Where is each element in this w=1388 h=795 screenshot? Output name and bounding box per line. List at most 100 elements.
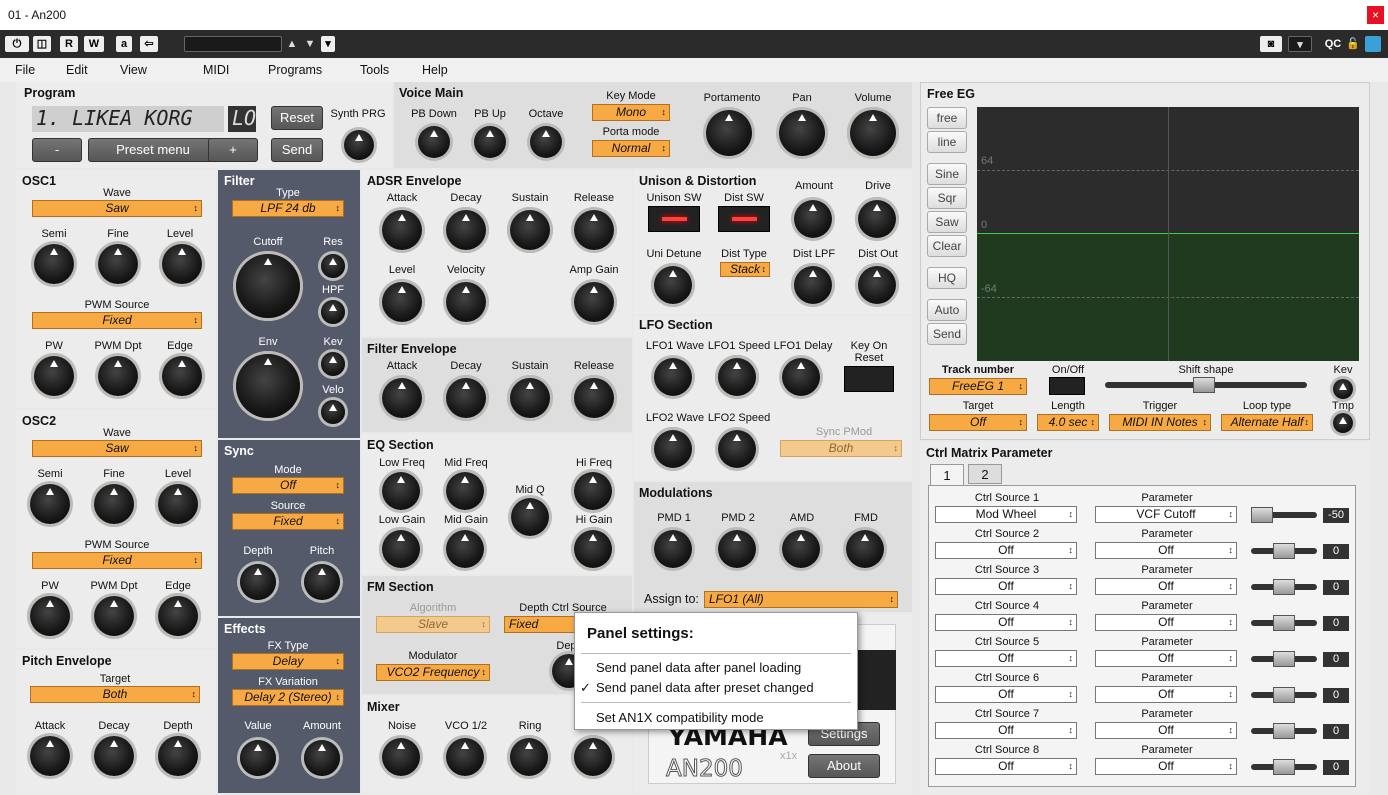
ctrl-amount-slider[interactable] [1251,723,1317,739]
auto-button[interactable]: Auto [927,299,967,321]
dist-type-dropdown[interactable]: Stack [720,262,770,277]
shift-shape-slider[interactable] [1105,377,1307,393]
dist-out-knob[interactable] [858,266,896,304]
dist-lpf-knob[interactable] [794,266,832,304]
pan-knob[interactable] [779,110,825,156]
sine-button[interactable]: Sine [927,163,967,185]
assign-to-dropdown[interactable]: LFO1 (All) [704,591,898,608]
clear-button[interactable]: Clear [927,235,967,257]
octave-knob[interactable] [530,126,562,158]
ctrl-amount-slider[interactable] [1251,687,1317,703]
porta-mode-dropdown[interactable]: Normal [592,140,670,157]
menu-view[interactable]: View [120,63,147,77]
send-button[interactable]: Send [271,138,323,162]
fenv-decay-knob[interactable] [446,378,486,418]
menu-edit[interactable]: Edit [66,63,88,77]
low-freq-knob[interactable] [382,472,420,510]
a-button[interactable]: a [116,36,132,52]
osc1-level-knob[interactable] [162,244,202,284]
lfo1-delay-knob[interactable] [782,358,820,396]
fx-amount-knob[interactable] [304,740,340,776]
dist-switch[interactable] [718,206,770,232]
lock-icon[interactable]: 🔓 [1346,36,1360,52]
read-button[interactable]: R [60,36,78,52]
ctrl-amount-slider[interactable] [1251,615,1317,631]
key-mode-dropdown[interactable]: Mono [592,104,670,121]
about-button[interactable]: About [808,754,880,778]
chevron-down-icon[interactable]: ▾ [1288,36,1312,52]
lfo1-speed-knob[interactable] [718,358,756,396]
osc2-pwm-dpt-knob[interactable] [94,596,134,636]
dropdown-icon[interactable]: ▾ [321,36,335,52]
osc1-semi-knob[interactable] [34,244,74,284]
panel-toggle-icon[interactable] [1365,36,1381,52]
camera-icon[interactable]: ◙ [1260,36,1282,52]
ring-knob[interactable] [510,738,548,776]
synth-prg-knob[interactable] [344,130,374,160]
menu-file[interactable]: File [15,63,35,77]
eg-send-button[interactable]: Send [927,323,967,345]
osc1-edge-knob[interactable] [162,356,202,396]
ctrl-source-dropdown[interactable]: Mod Wheel [935,506,1077,523]
ctrl-amount-slider[interactable] [1251,507,1317,523]
fenv-attack-knob[interactable] [382,378,422,418]
slider-handle[interactable] [1273,543,1295,559]
eg-graph[interactable]: 64 0 -64 [977,107,1359,361]
saw-button[interactable]: Saw [927,211,967,233]
parameter-dropdown[interactable]: Off [1095,722,1237,739]
sync-depth-knob[interactable] [240,564,276,600]
ctrl-amount-slider[interactable] [1251,759,1317,775]
unison-amount-knob[interactable] [794,200,832,238]
sync-pmod-dropdown[interactable]: Both [780,440,902,457]
osc1-pw-knob[interactable] [34,356,74,396]
menu-tools[interactable]: Tools [360,63,389,77]
lfo1-wave-knob[interactable] [654,358,692,396]
env-knob[interactable] [236,354,300,418]
parameter-dropdown[interactable]: Off [1095,542,1237,559]
menu-programs[interactable]: Programs [268,63,322,77]
noise-knob[interactable] [382,738,420,776]
pb-down-knob[interactable] [418,126,450,158]
modulator-dropdown[interactable]: VCO2 Frequency [376,664,490,681]
mid-freq-knob[interactable] [446,472,484,510]
kev-knob[interactable] [321,352,345,376]
osc2-edge-knob[interactable] [158,596,198,636]
eg-kev-knob[interactable] [1333,379,1353,399]
unison-switch[interactable] [648,206,700,232]
ctrl-source-dropdown[interactable]: Off [935,686,1077,703]
bypass-icon[interactable]: ◫ [33,36,51,52]
uni-detune-knob[interactable] [654,266,692,304]
sync-mode-dropdown[interactable]: Off [232,477,344,494]
amp-gain-knob[interactable] [574,282,614,322]
pmd1-knob[interactable] [654,530,692,568]
adsr-level-knob[interactable] [382,282,422,322]
eg-trigger-dropdown[interactable]: MIDI IN Notes [1109,414,1211,431]
pmd2-knob[interactable] [718,530,756,568]
osc1-pwm-dropdown[interactable]: Fixed [32,312,202,329]
preset-field[interactable] [184,36,282,52]
hq-button[interactable]: HQ [927,267,967,289]
parameter-dropdown[interactable]: Off [1095,578,1237,595]
osc2-fine-knob[interactable] [94,484,134,524]
parameter-dropdown[interactable]: Off [1095,650,1237,667]
sqr-button[interactable]: Sqr [927,187,967,209]
ctrl-source-dropdown[interactable]: Off [935,614,1077,631]
slider-handle[interactable] [1273,759,1295,775]
portamento-knob[interactable] [706,110,752,156]
hi-gain-knob[interactable] [574,530,612,568]
osc1-fine-knob[interactable] [98,244,138,284]
power-icon[interactable]: ⏻ [5,36,29,52]
next-preset-button[interactable]: + [208,138,258,162]
ctrl-amount-slider[interactable] [1251,579,1317,595]
ctrl-amount-slider[interactable] [1251,651,1317,667]
fx-type-dropdown[interactable]: Delay [232,653,344,670]
slider-handle[interactable] [1273,651,1295,667]
eg-target-dropdown[interactable]: Off [929,414,1027,431]
pitch-env-target-dropdown[interactable]: Both [30,686,200,703]
osc1-wave-dropdown[interactable]: Saw [32,200,202,217]
key-on-reset-switch[interactable] [844,366,894,392]
free-button[interactable]: free [927,107,967,129]
ctrl-source-dropdown[interactable]: Off [935,758,1077,775]
mid-gain-knob[interactable] [446,530,484,568]
pitch-env-decay-knob[interactable] [94,736,134,776]
